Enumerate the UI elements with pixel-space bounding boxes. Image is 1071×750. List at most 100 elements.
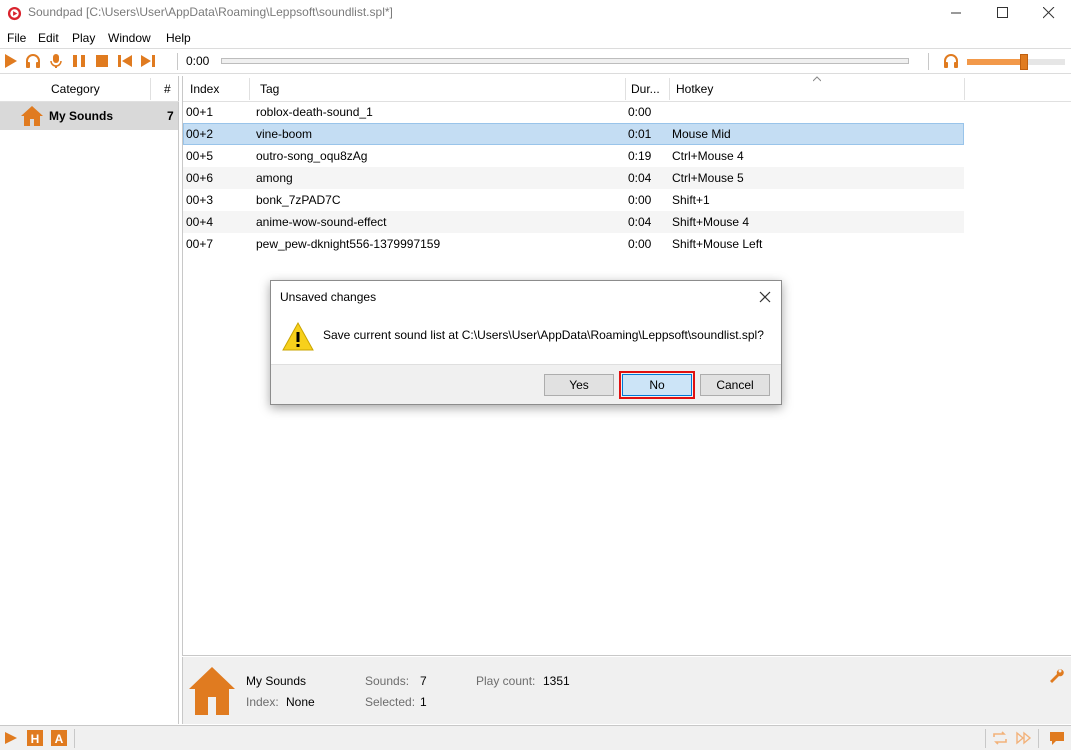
column-separator — [150, 78, 151, 100]
volume-thumb[interactable] — [1019, 54, 1028, 70]
dialog-message: Save current sound list at C:\Users\User… — [323, 328, 764, 342]
menu-window[interactable]: Window — [108, 31, 151, 45]
info-index-label: Index: — [246, 695, 279, 709]
cell-index: 00+5 — [186, 149, 214, 163]
cell-hotkey: Ctrl+Mouse 5 — [672, 171, 744, 185]
close-window-button[interactable] — [1025, 0, 1071, 26]
menu-edit[interactable]: Edit — [38, 31, 59, 45]
table-row[interactable]: 00+5 outro-song_oqu8zAg 0:19 Ctrl+Mouse … — [183, 145, 964, 167]
forward-icon[interactable] — [1016, 730, 1032, 746]
next-icon[interactable] — [140, 53, 156, 69]
column-header-index[interactable]: Index — [190, 82, 219, 96]
category-count: 7 — [167, 109, 174, 123]
hotkey-a-icon[interactable]: A — [51, 730, 67, 746]
headphones-icon[interactable] — [25, 53, 41, 69]
cell-duration: 0:00 — [628, 105, 652, 119]
headphones-icon[interactable] — [943, 53, 959, 69]
table-row[interactable]: 00+4 anime-wow-sound-effect 0:04 Shift+M… — [183, 211, 964, 233]
svg-text:A: A — [55, 732, 64, 746]
cell-hotkey: Shift+Mouse Left — [672, 237, 763, 251]
play-icon[interactable] — [3, 53, 19, 69]
cell-tag: among — [256, 171, 293, 185]
toolbar: 0:00 — [0, 48, 1071, 74]
table-row[interactable]: 00+6 among 0:04 Ctrl+Mouse 5 — [183, 167, 964, 189]
maximize-icon — [997, 7, 1008, 18]
seek-bar[interactable] — [221, 58, 909, 64]
no-button[interactable]: No — [619, 371, 695, 399]
cell-index: 00+6 — [186, 171, 214, 185]
time-display: 0:00 — [186, 54, 210, 68]
status-separator — [1038, 729, 1039, 748]
category-panel: Category # My Sounds 7 — [0, 76, 179, 724]
info-sounds-label: Sounds: — [365, 674, 410, 688]
wrench-icon[interactable] — [1048, 667, 1064, 683]
info-selected-value: 1 — [420, 695, 427, 709]
info-index-value: None — [286, 695, 315, 709]
column-separator — [669, 78, 670, 100]
hotkey-h-icon[interactable]: H — [27, 730, 43, 746]
maximize-button[interactable] — [979, 0, 1025, 26]
cell-tag: bonk_7zPAD7C — [256, 193, 341, 207]
cell-index: 00+7 — [186, 237, 214, 251]
column-header-duration[interactable]: Dur... — [631, 82, 660, 96]
table-row[interactable]: 00+1 roblox-death-sound_1 0:00 — [183, 101, 964, 123]
microphone-icon[interactable] — [48, 53, 64, 69]
cell-duration: 0:19 — [628, 149, 652, 163]
column-header-hotkey[interactable]: Hotkey — [676, 82, 713, 96]
play-icon[interactable] — [3, 730, 19, 746]
cell-hotkey: Shift+1 — [672, 193, 710, 207]
cell-tag: vine-boom — [256, 127, 313, 141]
dialog-close-button[interactable] — [755, 287, 775, 307]
column-header-tag[interactable]: Tag — [260, 82, 279, 96]
window-title: Soundpad [C:\Users\User\AppData\Roaming\… — [28, 5, 393, 19]
table-row[interactable]: 00+3 bonk_7zPAD7C 0:00 Shift+1 — [183, 189, 964, 211]
cell-index: 00+4 — [186, 215, 214, 229]
cancel-button[interactable]: Cancel — [700, 374, 770, 396]
volume-slider[interactable] — [967, 54, 1065, 70]
category-name: My Sounds — [49, 109, 114, 123]
cell-duration: 0:00 — [628, 193, 652, 207]
column-separator — [625, 78, 626, 100]
toolbar-separator — [928, 53, 929, 70]
menu-help[interactable]: Help — [166, 31, 191, 45]
chat-icon[interactable] — [1049, 730, 1065, 746]
info-selected-label: Selected: — [365, 695, 416, 709]
toolbar-separator — [177, 53, 178, 70]
unsaved-changes-dialog: Unsaved changes Save current sound list … — [270, 280, 782, 405]
pause-icon[interactable] — [71, 53, 87, 69]
cell-index: 00+3 — [186, 193, 214, 207]
previous-icon[interactable] — [117, 53, 133, 69]
status-separator — [74, 729, 75, 748]
cell-duration: 0:04 — [628, 215, 652, 229]
cell-hotkey: Ctrl+Mouse 4 — [672, 149, 744, 163]
close-icon — [759, 291, 771, 303]
info-sounds-value: 7 — [420, 674, 427, 688]
cell-tag: pew_pew-dknight556-1379997159 — [256, 237, 441, 251]
close-icon — [1043, 7, 1055, 19]
category-item-my-sounds[interactable]: My Sounds 7 — [0, 102, 178, 130]
yes-button[interactable]: Yes — [544, 374, 614, 396]
info-playcount-value: 1351 — [543, 674, 570, 688]
category-column-header[interactable]: Category — [51, 82, 100, 96]
table-row-selected[interactable]: 00+2 vine-boom 0:01 Mouse Mid — [183, 123, 964, 145]
info-panel: My Sounds Index: None Sounds: 7 Selected… — [182, 657, 1071, 724]
status-bar: H A — [0, 725, 1071, 750]
cell-hotkey: Mouse Mid — [672, 127, 731, 141]
cell-index: 00+2 — [186, 127, 214, 141]
menu-play[interactable]: Play — [72, 31, 95, 45]
dialog-title: Unsaved changes — [280, 290, 377, 304]
minimize-button[interactable] — [933, 0, 979, 26]
count-column-header[interactable]: # — [164, 82, 171, 96]
repeat-icon[interactable] — [992, 730, 1008, 746]
cell-duration: 0:04 — [628, 171, 652, 185]
cell-tag: outro-song_oqu8zAg — [256, 149, 368, 163]
cell-index: 00+1 — [186, 105, 214, 119]
stop-icon[interactable] — [94, 53, 110, 69]
home-icon — [21, 106, 43, 126]
menu-file[interactable]: File — [7, 31, 26, 45]
cell-duration: 0:01 — [628, 127, 652, 141]
table-row[interactable]: 00+7 pew_pew-dknight556-1379997159 0:00 … — [183, 233, 964, 255]
dialog-footer: Yes No Cancel — [271, 364, 781, 404]
column-separator — [964, 78, 965, 100]
volume-fill — [967, 59, 1024, 65]
